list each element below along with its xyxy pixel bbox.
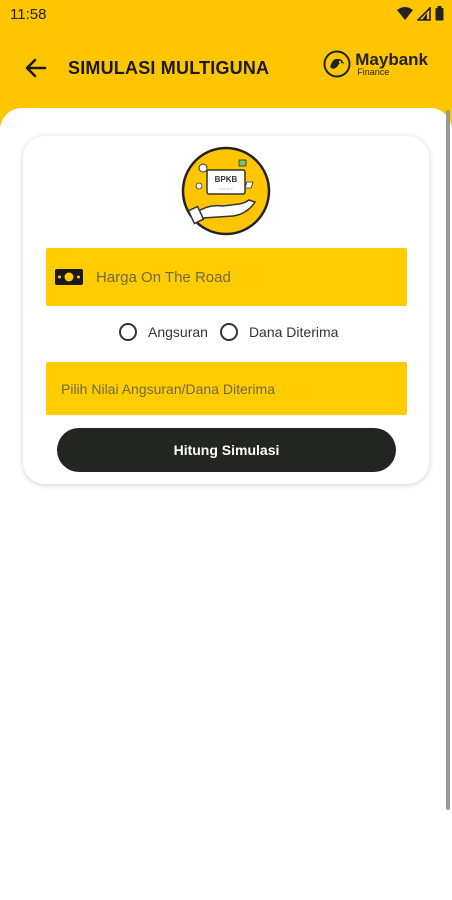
status-icons (397, 6, 444, 21)
back-button[interactable] (18, 50, 54, 86)
doc-title: BPKB (215, 175, 238, 184)
price-input[interactable]: Harga On The Road (46, 248, 407, 306)
radio-label-dana-diterima: Dana Diterima (248, 324, 339, 340)
radio-label-angsuran: Angsuran (148, 324, 208, 340)
value-placeholder: Pilih Nilai Angsuran/Dana Diterima (61, 380, 275, 397)
simulation-type-group: Angsuran Dana Diterima (119, 323, 338, 341)
radio-circle[interactable] (119, 323, 137, 341)
arrow-left-icon (25, 58, 47, 78)
doc-sub: ○ ○ ○ ○ (220, 186, 234, 191)
price-placeholder: Harga On The Road (96, 268, 231, 286)
signal-icon (417, 6, 431, 21)
radio-circle[interactable] (219, 323, 238, 341)
cash-icon (55, 269, 83, 285)
value-select[interactable]: Pilih Nilai Angsuran/Dana Diterima (46, 362, 407, 415)
brand-name: Maybank (355, 50, 428, 69)
page-title: SIMULASI MULTIGUNA (68, 58, 270, 78)
bpkb-illustration: BPKB ○ ○ ○ ○ (181, 146, 271, 236)
tiger-logo-icon (323, 50, 351, 78)
status-time: 11:58 (10, 6, 47, 23)
status-bar: 11:58 (0, 0, 452, 30)
app-bar: SIMULASI MULTIGUNA Maybank Finance (0, 40, 452, 100)
radio-dana-diterima[interactable]: Dana Diterima (219, 323, 339, 341)
battery-icon (435, 6, 444, 21)
radio-angsuran[interactable]: Angsuran (119, 323, 208, 341)
brand-text: Maybank Finance (355, 51, 428, 77)
brand-sub: Finance (357, 67, 390, 77)
wifi-icon (397, 6, 413, 20)
simulation-card: BPKB ○ ○ ○ ○ Harga On The Road Angsuran … (23, 136, 429, 484)
scrollbar[interactable] (446, 110, 450, 810)
maybank-logo: Maybank Finance (323, 50, 428, 78)
calculate-button[interactable]: Hitung Simulasi (57, 428, 396, 472)
